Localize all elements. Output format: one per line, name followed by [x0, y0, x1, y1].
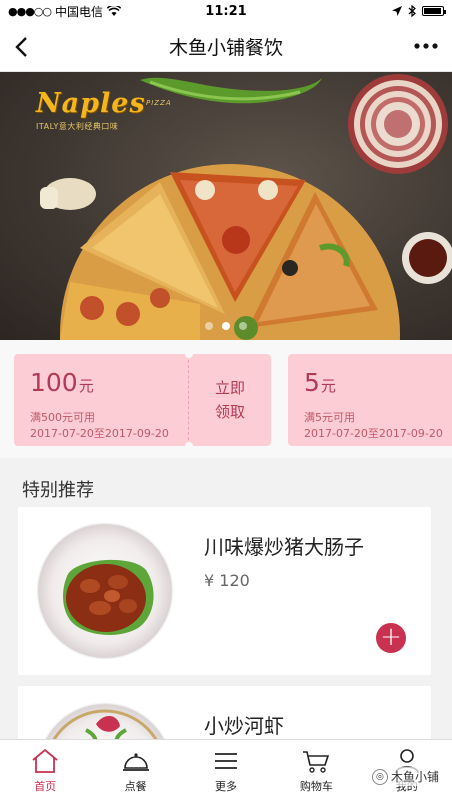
brand-tagline: ITALY意大利经典口味 [36, 122, 119, 131]
coupon-dates: 2017-07-20至2017-09-20 [30, 427, 169, 440]
carousel-dot[interactable] [239, 322, 247, 330]
coupon-amount: 100元 [30, 368, 94, 397]
cloche-icon [122, 753, 149, 771]
more-dots-icon[interactable] [414, 38, 438, 54]
brand-sub: PIZZA [146, 99, 172, 107]
watermark: ◎ 木鱼小铺 [368, 767, 442, 786]
add-to-cart-button[interactable]: + [376, 623, 406, 653]
coupon-amount-value: 5 [304, 368, 320, 397]
carrier: 中国电信 [55, 4, 104, 19]
tab-cart[interactable]: 购物车 [281, 748, 351, 794]
status-left: ●●●○○ 中国电信 [8, 3, 122, 20]
tab-label: 购物车 [299, 780, 333, 793]
coupon-condition: 满5元可用 [304, 411, 355, 424]
coupon-amount-unit: 元 [78, 377, 94, 395]
coupon-amount-unit: 元 [320, 377, 336, 395]
menu-icon [214, 753, 237, 769]
coupon-amount-value: 100 [30, 368, 78, 397]
section-title: 特别推荐 [22, 480, 94, 501]
wechat-icon: ◎ [371, 768, 388, 785]
status-time: 11:21 [205, 3, 247, 19]
tab-label: 点餐 [124, 780, 147, 793]
dish-image [38, 524, 172, 658]
location-arrow-icon [392, 6, 402, 16]
claim-coupon-button[interactable]: 立即 领取 [200, 376, 260, 424]
coupon-card[interactable]: 5元 满5元可用 2017-07-20至2017-09-20 [288, 354, 452, 446]
page-title: 木鱼小铺餐饮 [168, 37, 283, 59]
carousel-dot-active[interactable] [222, 322, 230, 330]
coupon-notch [185, 442, 193, 450]
coupon-notch [185, 350, 193, 358]
bluetooth-icon [408, 5, 416, 17]
status-right [392, 5, 446, 17]
nav-bar: 木鱼小铺餐饮 [0, 22, 452, 72]
coupon-strip[interactable]: 100元 满500元可用 2017-07-20至2017-09-20 立即 领取… [0, 340, 452, 458]
tab-label: 更多 [214, 780, 237, 793]
tab-order[interactable]: 点餐 [101, 748, 171, 794]
tab-label: 首页 [34, 780, 57, 793]
claim-label-line1: 立即 [214, 379, 245, 397]
dish-card[interactable]: 川味爆炒猪大肠子 ¥ 120 + [18, 507, 431, 675]
claim-label-line2: 领取 [214, 403, 245, 421]
dish-name[interactable]: 小炒河虾 [204, 710, 284, 739]
signal-icon: ●●●○○ [8, 4, 52, 18]
brand-logo: Naples ITALY意大利经典口味 [36, 88, 146, 132]
dish-price: ¥ 120 [204, 571, 250, 590]
chevron-left-icon[interactable] [10, 34, 34, 60]
coupon-divider [188, 360, 189, 440]
wifi-icon [107, 5, 122, 16]
watermark-text: 木鱼小铺 [390, 770, 439, 784]
tab-home[interactable]: 首页 [10, 748, 80, 794]
dish-name[interactable]: 川味爆炒猪大肠子 [204, 531, 364, 560]
carousel-dot[interactable] [205, 322, 213, 330]
coupon-amount: 5元 [304, 368, 336, 397]
coupon-condition: 满500元可用 [30, 411, 95, 424]
brand-name: Naples [36, 88, 146, 119]
status-bar: ●●●○○ 中国电信 11:21 [0, 0, 452, 22]
coupon-card[interactable]: 100元 满500元可用 2017-07-20至2017-09-20 立即 领取 [14, 350, 271, 450]
tab-more[interactable]: 更多 [191, 748, 261, 794]
cart-icon [303, 751, 330, 773]
carousel-dots[interactable] [0, 322, 452, 330]
home-icon [32, 748, 58, 773]
promo-banner[interactable]: Naples ITALY意大利经典口味 PIZZA [0, 72, 452, 340]
coupon-dates: 2017-07-20至2017-09-20 [304, 427, 443, 440]
battery-icon [422, 6, 446, 16]
